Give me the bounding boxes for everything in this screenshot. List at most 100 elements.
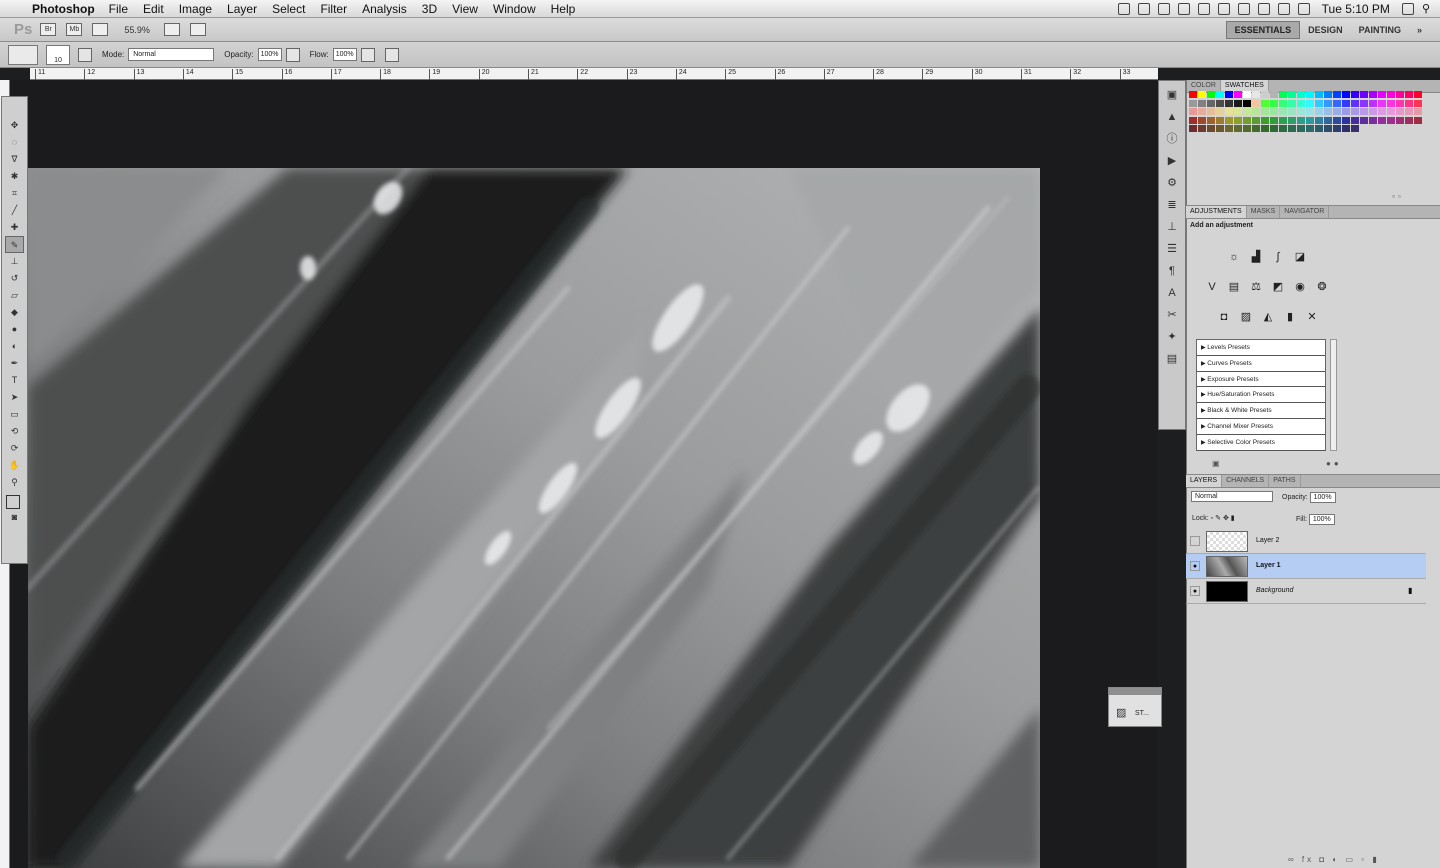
color-swatch[interactable]	[1387, 99, 1395, 107]
color-swatch[interactable]	[1225, 99, 1233, 107]
color-swatch[interactable]	[1243, 116, 1251, 124]
menu-filter[interactable]: Filter	[320, 2, 347, 16]
color-swatch[interactable]	[1342, 91, 1350, 98]
fill-input[interactable]: 100%	[1308, 514, 1335, 525]
menu-help[interactable]: Help	[551, 2, 576, 16]
lock-position-icon[interactable]: ✥	[1223, 515, 1229, 522]
layer-comps-panel-icon[interactable]: ▤	[1162, 351, 1182, 367]
color-swatch[interactable]	[1378, 91, 1386, 98]
opacity-pressure-icon[interactable]	[285, 47, 300, 62]
color-swatch[interactable]	[1270, 108, 1278, 115]
tool-preset-picker[interactable]	[8, 44, 38, 65]
color-swatch[interactable]	[1369, 99, 1377, 107]
flag-icon[interactable]	[1297, 2, 1310, 15]
color-swatch[interactable]	[1252, 91, 1260, 98]
color-swatch[interactable]	[1288, 125, 1296, 132]
bluetooth-icon[interactable]	[1237, 2, 1250, 15]
eye-icon[interactable]: ●	[1190, 586, 1200, 596]
tool-presets-panel-icon[interactable]: ✂	[1162, 307, 1182, 323]
hand-tool-icon[interactable]: ✋	[5, 457, 24, 474]
screen-mode-button[interactable]	[189, 23, 206, 36]
horizontal-ruler[interactable]: 11 12 13 14 15 16 17 18 19 20 21 22 23 24 25 26 27 28 29 30…	[30, 68, 1158, 80]
actions-panel-icon[interactable]: ⚙	[1162, 175, 1182, 191]
mode-select[interactable]: Normal	[128, 48, 215, 61]
curves-icon[interactable]: ∫	[1271, 250, 1285, 264]
layer-opacity-input[interactable]: 100%	[1309, 492, 1336, 503]
color-swatch[interactable]	[1324, 116, 1332, 124]
eye-icon[interactable]: ●	[1190, 561, 1200, 571]
color-swatch[interactable]	[1414, 99, 1422, 107]
panel-grip[interactable]	[1109, 688, 1161, 695]
color-swatch[interactable]	[1387, 108, 1395, 115]
color-swatch[interactable]	[1333, 99, 1341, 107]
color-swatch[interactable]	[1351, 116, 1359, 124]
color-swatch[interactable]	[1243, 108, 1251, 115]
color-swatch[interactable]	[1261, 108, 1269, 115]
path-selection-tool-icon[interactable]: ➤	[5, 389, 24, 406]
color-swatch[interactable]	[1288, 108, 1296, 115]
blur-tool-icon[interactable]: ●	[5, 321, 24, 338]
color-swatch[interactable]	[1216, 91, 1224, 98]
color-swatch[interactable]	[1405, 108, 1413, 115]
color-swatch[interactable]	[1207, 99, 1215, 107]
zoom-level[interactable]: 55.9%	[124, 25, 150, 35]
invert-icon[interactable]: ◘	[1217, 310, 1231, 324]
tab-channels[interactable]: CHANNELS	[1222, 475, 1270, 487]
quick-mask-icon[interactable]: ◙	[5, 509, 24, 526]
color-swatch[interactable]	[1252, 125, 1260, 132]
color-swatch[interactable]	[1360, 91, 1368, 98]
menu-edit[interactable]: Edit	[143, 2, 164, 16]
lock-image-icon[interactable]: ✎	[1215, 515, 1221, 522]
color-swatch[interactable]	[1360, 108, 1368, 115]
time-machine-icon[interactable]	[1217, 2, 1230, 15]
bridge-button[interactable]: Br	[40, 23, 57, 36]
color-swatch[interactable]	[1207, 125, 1215, 132]
tab-masks[interactable]: MASKS	[1247, 206, 1281, 218]
color-swatch[interactable]	[1333, 108, 1341, 115]
paint-bucket-tool-icon[interactable]: ◆	[5, 304, 24, 321]
color-swatch[interactable]	[1261, 91, 1269, 98]
eraser-tool-icon[interactable]: ▱	[5, 287, 24, 304]
color-swatch[interactable]	[1207, 116, 1215, 124]
color-swatch[interactable]	[1414, 91, 1422, 98]
color-swatch[interactable]	[1369, 108, 1377, 115]
layer-row-background[interactable]: ● Background ▮	[1186, 579, 1426, 604]
color-swatch[interactable]	[1333, 125, 1341, 132]
color-swatch[interactable]	[1342, 108, 1350, 115]
color-swatch[interactable]	[1405, 116, 1413, 124]
opacity-input[interactable]: 100%	[257, 48, 282, 61]
levels-icon[interactable]: ▟	[1249, 250, 1263, 264]
color-swatch[interactable]	[1234, 116, 1242, 124]
marquee-tool-icon[interactable]: ◌	[5, 134, 24, 151]
volume-icon[interactable]	[1277, 2, 1290, 15]
brush-panel-icon[interactable]: ☰	[1162, 241, 1182, 257]
color-swatch[interactable]	[1270, 116, 1278, 124]
color-swatch[interactable]	[1306, 125, 1314, 132]
color-swatch[interactable]	[1225, 125, 1233, 132]
hue-saturation-icon[interactable]: ▤	[1227, 280, 1241, 294]
adjustment-panel-options-icon[interactable]: ●●	[1326, 459, 1342, 469]
color-swatch[interactable]	[1351, 125, 1359, 132]
color-swatch[interactable]	[1297, 108, 1305, 115]
preset-black-white[interactable]: Black & White Presets	[1197, 403, 1325, 419]
color-swatch[interactable]	[1207, 91, 1215, 98]
color-swatch[interactable]	[1198, 108, 1206, 115]
color-swatch[interactable]	[1216, 99, 1224, 107]
color-swatch[interactable]	[1315, 116, 1323, 124]
menu-analysis[interactable]: Analysis	[362, 2, 407, 16]
menu-3d[interactable]: 3D	[422, 2, 437, 16]
status-app-icon[interactable]	[1197, 2, 1210, 15]
color-swatch[interactable]	[1189, 91, 1197, 98]
color-swatch[interactable]	[1225, 108, 1233, 115]
color-swatch[interactable]	[1234, 108, 1242, 115]
menu-select[interactable]: Select	[272, 2, 305, 16]
airbrush-icon[interactable]	[360, 47, 375, 62]
layers-panel-buttons[interactable]: ∞ fx ◘ ◐ ▭ ▫ ▮	[1288, 855, 1380, 865]
black-white-icon[interactable]: ◩	[1271, 280, 1285, 294]
color-swatch[interactable]	[1297, 125, 1305, 132]
presets-scrollbar[interactable]	[1330, 339, 1337, 451]
color-swatch[interactable]	[1288, 99, 1296, 107]
mini-bridge-panel-icon[interactable]: ▣	[1162, 87, 1182, 103]
brush-presets-panel-icon[interactable]: ≣	[1162, 197, 1182, 213]
color-swatch[interactable]	[1333, 91, 1341, 98]
